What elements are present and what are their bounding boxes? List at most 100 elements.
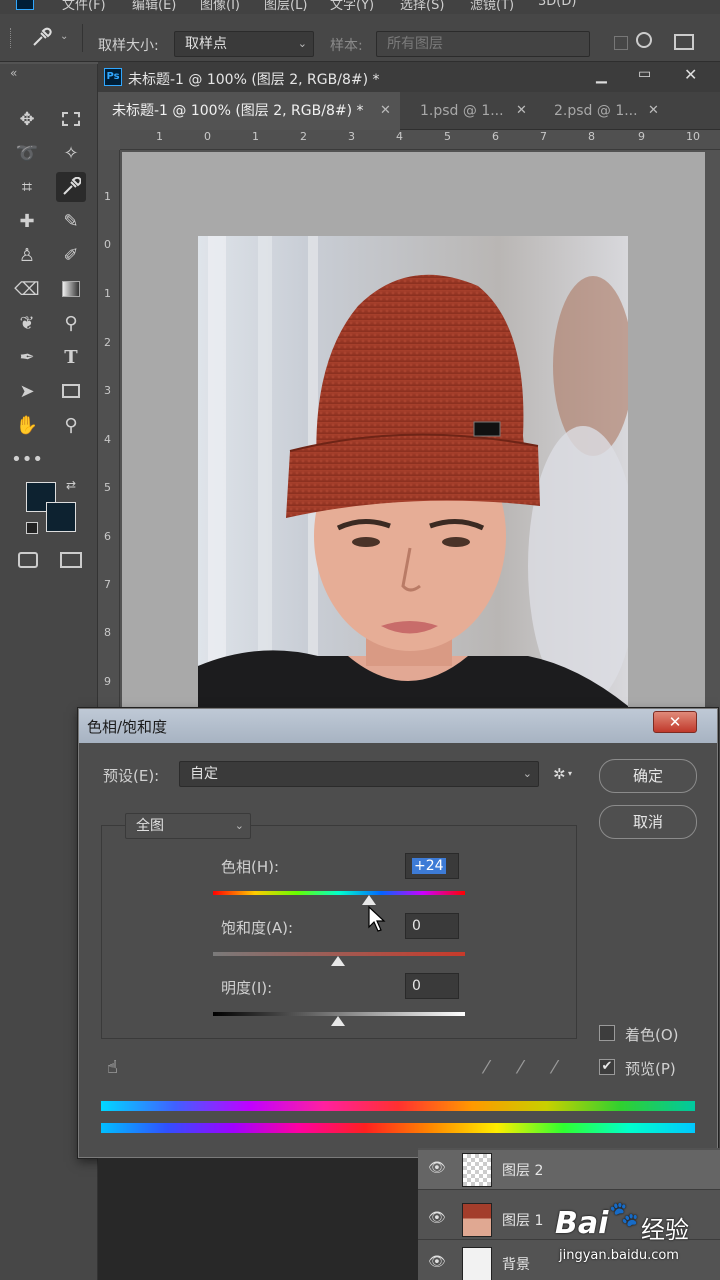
tab-2-psd[interactable]: 2.psd @ 1... ✕	[540, 92, 670, 130]
dialog-title-bar[interactable]: 色相/饱和度 ✕	[79, 709, 717, 743]
sample-select[interactable]: 所有图层	[376, 31, 590, 57]
history-brush-icon[interactable]: ✐	[56, 240, 86, 270]
sample-size-select[interactable]: 取样点 ⌄	[174, 31, 314, 57]
clone-stamp-icon[interactable]: ♙	[12, 240, 42, 270]
menu-image[interactable]: 图像(I)	[200, 0, 240, 13]
background-color-swatch[interactable]	[46, 502, 76, 532]
menu-3d[interactable]: 3D(D)	[538, 0, 576, 9]
pen-tool-icon[interactable]: ✒	[12, 342, 42, 372]
eye-icon[interactable]: 👁	[428, 1160, 446, 1176]
hue-label: 色相(H):	[221, 858, 280, 876]
close-icon[interactable]: ✕	[648, 92, 659, 130]
path-selection-icon[interactable]: ➤	[12, 376, 42, 406]
swap-colors-icon[interactable]: ⇄	[66, 478, 76, 492]
hue-saturation-dialog: 色相/饱和度 ✕ 预设(E): 自定 ⌄ ✲ ▾ 确定 取消 全图 ⌄ 色相(H…	[78, 708, 718, 1158]
hue-slider[interactable]	[213, 891, 465, 895]
marquee-tool-icon[interactable]	[56, 104, 86, 134]
blur-tool-icon[interactable]: ❦	[12, 308, 42, 338]
document-tabs: 未标题-1 @ 100% (图层 2, RGB/8#) * ✕ 1.psd @ …	[98, 92, 720, 130]
ruler-tick: 4	[396, 130, 403, 143]
eraser-tool-icon[interactable]: ⌫	[12, 274, 42, 304]
menu-edit[interactable]: 编辑(E)	[132, 0, 176, 13]
grip-handle[interactable]	[10, 28, 12, 48]
more-tools-icon[interactable]: •••	[11, 444, 43, 474]
rectangle-tool-icon[interactable]	[56, 376, 86, 406]
saturation-slider-thumb[interactable]	[331, 956, 345, 966]
preview-checkbox[interactable]: ✔	[599, 1059, 615, 1075]
targeted-adjustment-hand-icon[interactable]: ☝	[107, 1057, 118, 1078]
menu-filter[interactable]: 滤镜(T)	[470, 0, 514, 13]
lightness-slider-thumb[interactable]	[331, 1016, 345, 1026]
saturation-input[interactable]: 0	[405, 913, 459, 939]
brush-tool-icon[interactable]: ✎	[56, 206, 86, 236]
eyedropper-minus-icon[interactable]: ⁄	[553, 1057, 556, 1078]
crop-tool-icon[interactable]: ⌗	[12, 172, 42, 202]
close-dialog-button[interactable]: ✕	[653, 711, 697, 733]
hand-tool-icon[interactable]: ✋	[12, 410, 42, 440]
eyedropper-icon[interactable]: ⁄	[485, 1057, 488, 1078]
search-icon[interactable]	[636, 32, 652, 48]
ruler-tick: 5	[104, 481, 111, 494]
menu-file[interactable]: 文件(F)	[62, 0, 106, 13]
chevron-down-icon[interactable]: ▾	[568, 769, 572, 778]
tab-untitled[interactable]: 未标题-1 @ 100% (图层 2, RGB/8#) * ✕	[98, 92, 400, 130]
hue-input[interactable]: +24	[405, 853, 459, 879]
layer-thumbnail	[462, 1203, 492, 1237]
dark-panel-area	[98, 1158, 418, 1280]
eyedropper-icon[interactable]	[30, 27, 52, 54]
dodge-tool-icon[interactable]: ⚲	[56, 308, 86, 338]
gradient-tool-icon[interactable]	[56, 274, 86, 304]
ruler-tick: 3	[104, 384, 111, 397]
close-icon[interactable]: ✕	[380, 92, 391, 130]
paw-icon: 🐾	[609, 1200, 639, 1228]
eyedropper-plus-icon[interactable]: ⁄	[519, 1057, 522, 1078]
eye-icon[interactable]: 👁	[428, 1210, 446, 1226]
type-tool-icon[interactable]: T	[56, 342, 86, 372]
show-ring-checkbox[interactable]	[614, 36, 628, 50]
menu-layer[interactable]: 图层(L)	[264, 0, 307, 13]
preset-select[interactable]: 自定 ⌄	[179, 761, 539, 787]
eye-icon[interactable]: 👁	[428, 1254, 446, 1270]
ok-button[interactable]: 确定	[599, 759, 697, 793]
colorize-checkbox[interactable]	[599, 1025, 615, 1041]
menu-bar: 文件(F) 编辑(E) 图像(I) 图层(L) 文字(Y) 选择(S) 滤镜(T…	[0, 0, 720, 14]
ruler-tick: 8	[588, 130, 595, 143]
magic-wand-icon[interactable]: ✧	[56, 138, 86, 168]
hue-slider-thumb[interactable]	[362, 895, 376, 905]
menu-type[interactable]: 文字(Y)	[330, 0, 374, 13]
workspace-icon[interactable]	[674, 34, 694, 50]
preset-value: 自定	[190, 766, 218, 782]
chevron-down-icon[interactable]: ⌄	[60, 31, 68, 42]
minimize-button[interactable]: ▁	[596, 68, 607, 84]
default-colors-icon[interactable]	[26, 522, 38, 534]
lightness-input[interactable]: 0	[405, 973, 459, 999]
channel-select[interactable]: 全图 ⌄	[125, 813, 251, 839]
eyedropper-tool-icon[interactable]	[56, 172, 86, 202]
layer-row[interactable]: 👁 图层 2	[418, 1150, 720, 1190]
quick-mask-icon[interactable]	[18, 552, 38, 568]
layer-name: 图层 1	[502, 1213, 544, 1229]
ruler-tick: 2	[104, 336, 111, 349]
healing-brush-icon[interactable]: ✚	[12, 206, 42, 236]
collapse-icon[interactable]: «	[10, 66, 17, 80]
tab-1-psd[interactable]: 1.psd @ 1... ✕	[406, 92, 536, 130]
gear-icon[interactable]: ✲	[553, 765, 566, 783]
menu-select[interactable]: 选择(S)	[400, 0, 444, 13]
close-window-button[interactable]: ✕	[684, 65, 697, 84]
document-title-bar: Ps 未标题-1 @ 100% (图层 2, RGB/8#) * ▁ ▭ ✕	[98, 62, 720, 92]
cancel-button[interactable]: 取消	[599, 805, 697, 839]
ruler-tick: 9	[638, 130, 645, 143]
move-tool-icon[interactable]: ✥	[12, 104, 42, 134]
ruler-tick: 7	[104, 578, 111, 591]
zoom-tool-icon[interactable]: ⚲	[56, 410, 86, 440]
maximize-button[interactable]: ▭	[638, 66, 651, 82]
canvas-photo[interactable]	[198, 236, 628, 712]
layer-name: 图层 2	[502, 1163, 544, 1179]
close-icon[interactable]: ✕	[516, 92, 527, 130]
watermark-url: jingyan.baidu.com	[559, 1248, 679, 1263]
tab-label: 未标题-1 @ 100% (图层 2, RGB/8#) *	[112, 103, 364, 119]
horizontal-ruler: 1 0 1 2 3 4 5 6 7 8 9 10	[120, 130, 720, 150]
screen-mode-icon[interactable]	[60, 552, 82, 568]
ruler-tick: 8	[104, 626, 111, 639]
lasso-tool-icon[interactable]: ➰	[12, 138, 42, 168]
